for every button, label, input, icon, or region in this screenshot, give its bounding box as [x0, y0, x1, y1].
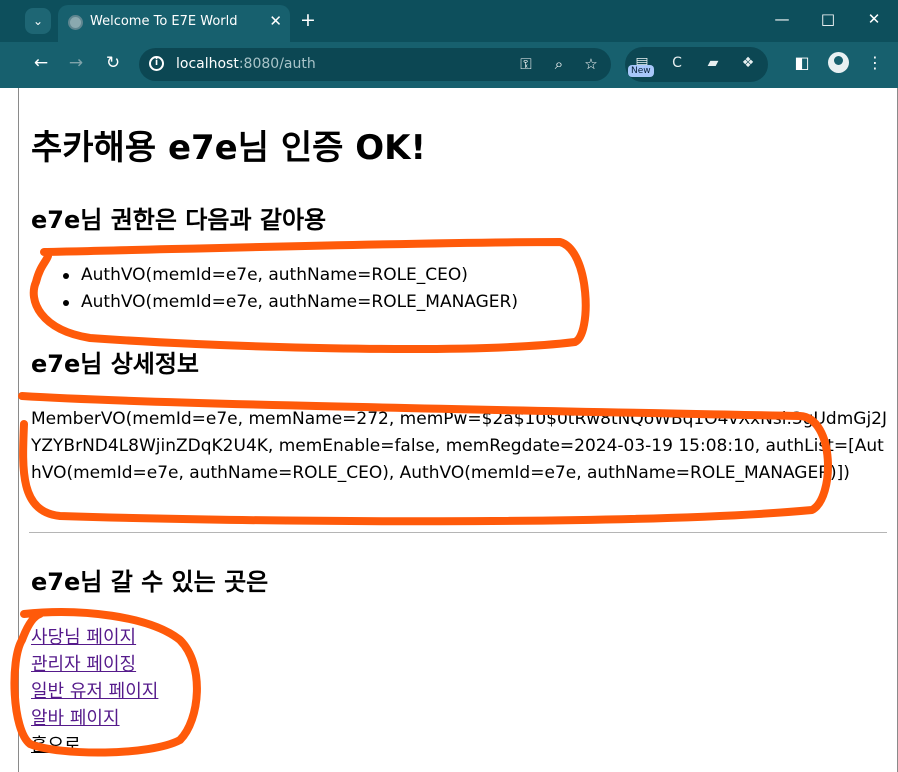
reload-icon[interactable]: ↻ [101, 53, 125, 73]
auth-heading: e7e님 권한은 다음과 같아용 [31, 206, 327, 234]
page-title: 추카해용 e7e님 인증 OK! [31, 128, 427, 168]
minimize-icon[interactable]: — [773, 10, 791, 28]
browser-tab[interactable]: Welcome To E7E World ✕ [58, 5, 290, 42]
plus-icon[interactable]: + [300, 9, 316, 31]
extension-tag-icon[interactable]: ▰ [703, 55, 723, 71]
link-parttime-page[interactable]: 알바 페이지 [31, 705, 158, 732]
tab-title: Welcome To E7E World [90, 14, 238, 29]
url-path: :8080/auth [238, 56, 316, 72]
link-home[interactable]: 홈으로 [31, 732, 158, 759]
list-item: AuthVO(memId=e7e, authName=ROLE_MANAGER) [63, 289, 518, 316]
avatar-icon[interactable] [828, 52, 849, 73]
link-user-page[interactable]: 일반 유저 페이지 [31, 678, 158, 705]
magnify-icon[interactable]: ⌕ [549, 55, 569, 73]
close-window-icon[interactable]: ✕ [865, 10, 883, 28]
url-host: localhost [176, 56, 239, 72]
url-text[interactable]: localhost:8080/auth [176, 56, 316, 72]
info-icon[interactable]: i [149, 56, 164, 71]
arrow-left-icon[interactable]: ← [29, 53, 53, 73]
side-panel-icon[interactable]: ◧ [791, 53, 813, 72]
globe-icon [68, 15, 83, 30]
arrow-right-icon[interactable]: → [64, 53, 88, 73]
puzzle-icon[interactable]: ❖ [738, 55, 758, 71]
link-ceo-page[interactable]: 사당님 페이지 [31, 624, 158, 651]
star-icon[interactable]: ☆ [581, 55, 601, 73]
member-info: MemberVO(memId=e7e, memName=272, memPw=$… [31, 409, 888, 483]
extension-c-icon[interactable]: C [667, 55, 687, 71]
links-heading: e7e님 갈 수 있는 곳은 [31, 568, 269, 596]
new-badge: New [628, 65, 654, 77]
page-viewport: 추카해용 e7e님 인증 OK! e7e님 권한은 다음과 같아용 AuthVO… [18, 88, 898, 772]
key-icon[interactable]: ⚿ [516, 55, 536, 73]
browser-titlebar: ⌄ Welcome To E7E World ✕ + — □ ✕ [0, 0, 898, 42]
chevron-down-icon[interactable]: ⌄ [25, 8, 51, 34]
browser-toolbar: ← → ↻ i localhost:8080/auth ⚿ ⌕ ☆ ▤ C ▰ … [0, 42, 898, 88]
links-list: 사당님 페이지 관리자 페이징 일반 유저 페이지 알바 페이지 홈으로 [31, 624, 158, 759]
more-vertical-icon[interactable]: ⋮ [864, 53, 886, 72]
divider [29, 532, 887, 533]
list-item: AuthVO(memId=e7e, authName=ROLE_CEO) [63, 262, 518, 289]
auth-list: AuthVO(memId=e7e, authName=ROLE_CEO) Aut… [63, 262, 518, 316]
maximize-icon[interactable]: □ [819, 10, 837, 28]
link-manager-page[interactable]: 관리자 페이징 [31, 651, 158, 678]
address-bar[interactable]: i localhost:8080/auth ⚿ ⌕ ☆ [139, 48, 611, 81]
detail-heading: e7e님 상세정보 [31, 350, 200, 378]
close-icon[interactable]: ✕ [269, 12, 282, 30]
